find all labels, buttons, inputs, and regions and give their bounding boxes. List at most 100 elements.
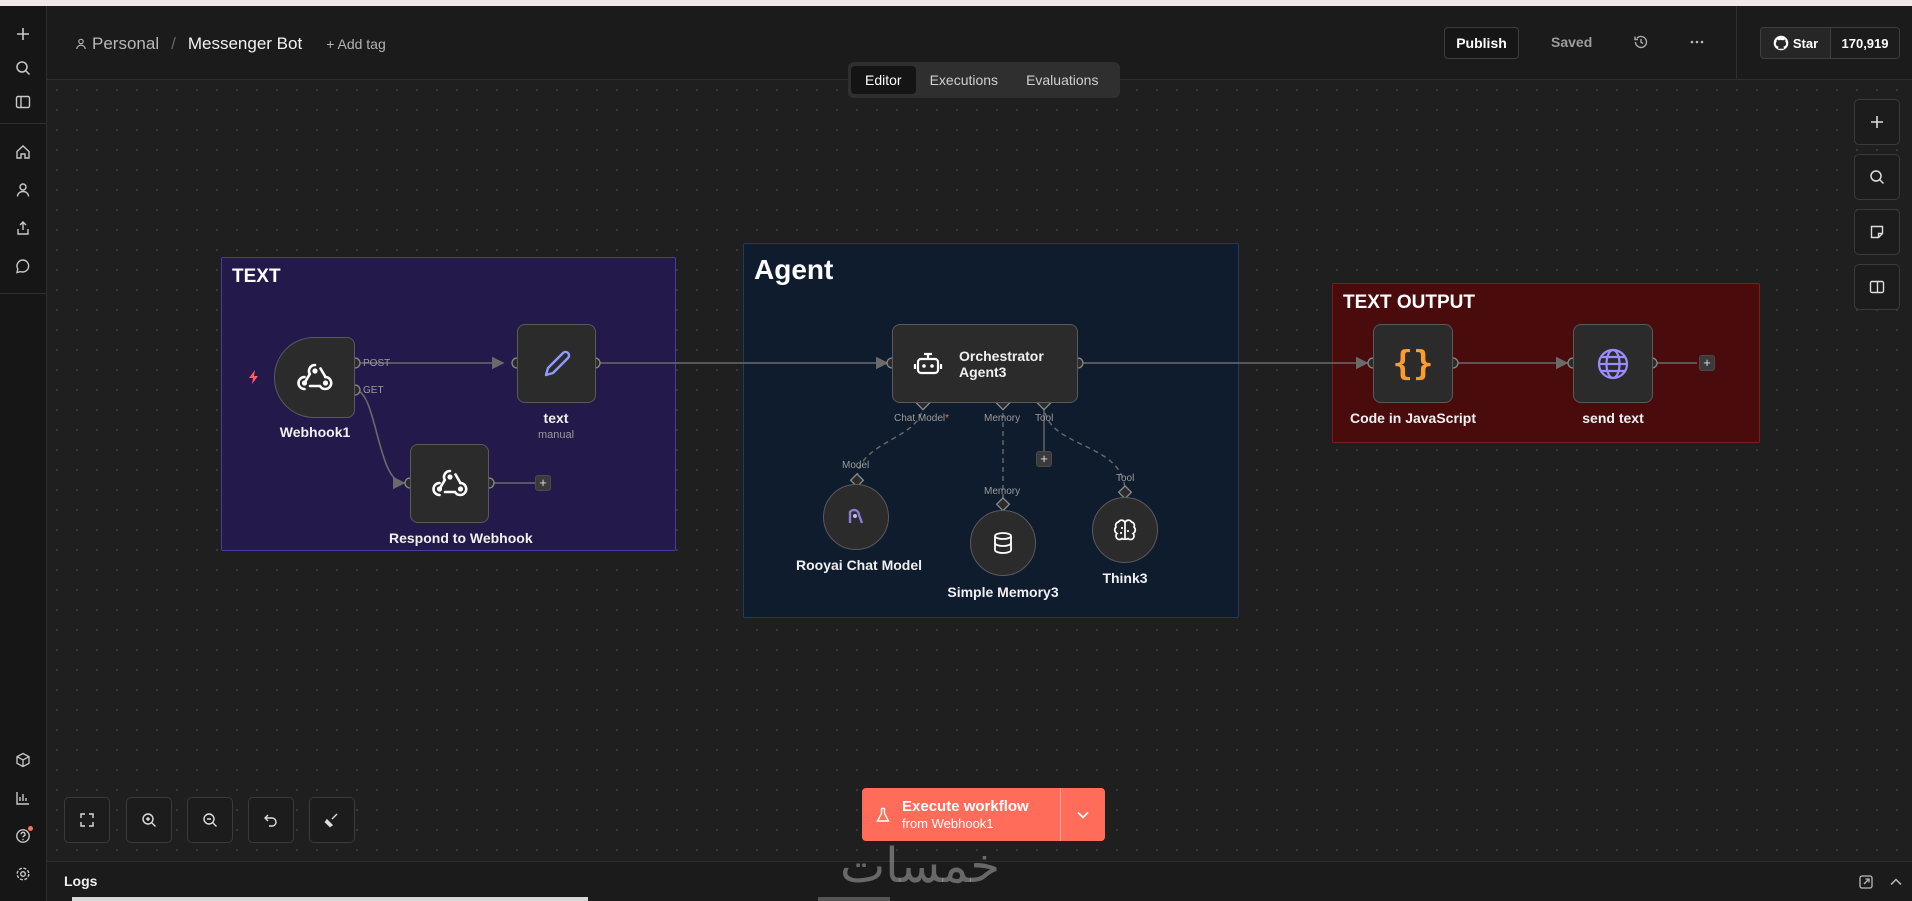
breadcrumb-separator: / (171, 34, 176, 53)
tab-evaluations[interactable]: Evaluations (1012, 66, 1112, 94)
node-simple-memory[interactable] (970, 510, 1036, 576)
agent-name-line2: Agent3 (959, 363, 1007, 380)
search-nodes-button[interactable] (1854, 154, 1900, 200)
node-label-think: Think3 (1102, 570, 1148, 586)
port-label-tool-in: Tool (1116, 473, 1135, 484)
node-orchestrator-agent[interactable]: Orchestrator Agent3 (892, 324, 1078, 403)
more-options-icon[interactable] (1687, 32, 1707, 52)
workflow-canvas[interactable]: TEXT Agent TEXT OUTPUT POST GET Webhook1… (47, 80, 1912, 861)
share-icon[interactable] (11, 216, 35, 240)
github-star-count: 170,919 (1831, 28, 1899, 58)
scrollbar[interactable] (72, 897, 588, 901)
port-label-memory-in: Memory (984, 486, 1021, 497)
node-label-memory: Simple Memory3 (947, 584, 1059, 600)
pop-out-icon[interactable] (1858, 874, 1874, 890)
project-name: Personal (92, 34, 160, 53)
watermark-logo: خمسات (840, 838, 1001, 894)
node-label-webhook1: Webhook1 (279, 424, 351, 440)
search-icon[interactable] (11, 56, 35, 80)
node-send-text[interactable] (1573, 324, 1653, 403)
output-label-get: GET (363, 385, 384, 396)
node-think[interactable] (1092, 497, 1158, 563)
port-label-chat-model: Chat Model* (894, 413, 950, 424)
pencil-icon (544, 350, 570, 376)
execute-sub: from Webhook1 (902, 815, 994, 831)
logs-title: Logs (64, 873, 98, 889)
chevron-down-icon (1077, 811, 1089, 819)
panel-icon (1869, 280, 1885, 294)
code-braces-icon: {} (1392, 343, 1434, 384)
webhook-icon (296, 363, 332, 390)
output-label-post: POST (363, 358, 391, 369)
node-text[interactable] (517, 324, 596, 403)
zoom-in-button[interactable] (126, 797, 172, 843)
tab-executions[interactable]: Executions (916, 66, 1012, 94)
chat-icon[interactable] (11, 254, 35, 278)
insights-icon[interactable] (11, 786, 35, 810)
publish-button[interactable]: Publish (1444, 27, 1519, 59)
home-icon[interactable] (11, 140, 35, 164)
sticky-title-agent: Agent (754, 254, 834, 285)
notification-dot (28, 826, 33, 831)
add-node-after-respond[interactable]: + (535, 475, 551, 491)
user-icon[interactable] (11, 178, 35, 202)
add-sticky-button[interactable] (1854, 209, 1900, 255)
workflow-name[interactable]: Messenger Bot (188, 34, 302, 54)
add-tag-button[interactable]: + Add tag (326, 36, 386, 52)
globe-icon (1597, 348, 1629, 379)
node-label-rooyai: Rooyai Chat Model (796, 557, 923, 573)
execute-options-toggle[interactable] (1060, 788, 1105, 841)
add-node-button[interactable] (1854, 99, 1900, 145)
scrollbar-thumb[interactable] (818, 897, 890, 901)
node-label-code: Code in JavaScript (1349, 410, 1477, 426)
toggle-panel-button[interactable] (1854, 264, 1900, 310)
database-icon (994, 532, 1012, 554)
settings-icon[interactable] (11, 862, 35, 886)
undo-icon (264, 814, 277, 827)
help-icon[interactable] (11, 824, 35, 848)
port-label-tool: Tool (1035, 413, 1054, 424)
port-label-memory: Memory (984, 413, 1021, 424)
execute-workflow-button[interactable]: Execute workflow from Webhook1 (862, 788, 1105, 841)
github-star-button[interactable]: Star 170,919 (1760, 27, 1900, 59)
history-icon[interactable] (1631, 32, 1651, 52)
github-star-label: Star (1792, 35, 1819, 51)
execute-workflow-main[interactable]: Execute workflow from Webhook1 (862, 788, 1060, 841)
webhook-icon (431, 469, 467, 496)
node-label-text: text (543, 410, 569, 426)
collapse-sidebar-icon[interactable] (11, 90, 35, 114)
node-respond-to-webhook[interactable] (410, 444, 489, 523)
github-star[interactable]: Star (1761, 28, 1831, 58)
fit-view-button[interactable] (64, 797, 110, 843)
chevron-up-icon[interactable] (1889, 875, 1903, 889)
project-link[interactable]: Personal (75, 34, 159, 54)
tidy-up-button[interactable] (309, 797, 355, 843)
rail-divider (0, 293, 47, 294)
fit-view-icon (80, 813, 94, 827)
brain-icon (1113, 519, 1137, 541)
node-code-javascript[interactable]: {} (1373, 324, 1453, 403)
rooyai-logo-icon (848, 508, 864, 524)
node-label-respond: Respond to Webhook (389, 530, 533, 546)
search-icon (1870, 170, 1885, 185)
add-icon[interactable] (11, 22, 35, 46)
node-sub-text: manual (537, 429, 575, 441)
node-rooyai-chat-model[interactable] (823, 484, 889, 550)
templates-icon[interactable] (11, 748, 35, 772)
node-webhook1[interactable] (274, 337, 355, 418)
plus-icon (1871, 116, 1883, 128)
sticky-title-output: TEXT OUTPUT (1343, 292, 1475, 313)
undo-button[interactable] (248, 797, 294, 843)
tab-editor[interactable]: Editor (851, 66, 916, 94)
add-node-after-send[interactable]: + (1699, 355, 1715, 371)
add-tool-button[interactable]: + (1036, 451, 1052, 467)
agent-name: Orchestrator Agent3 (959, 348, 1044, 380)
zoom-out-icon (203, 813, 217, 827)
rail-divider (0, 123, 47, 124)
execute-label: Execute workflow (902, 797, 1029, 815)
sticky-note-icon (1870, 225, 1884, 239)
sticky-title-text: TEXT (232, 266, 281, 287)
zoom-in-icon (142, 813, 156, 827)
zoom-out-button[interactable] (187, 797, 233, 843)
robot-icon (913, 352, 943, 374)
